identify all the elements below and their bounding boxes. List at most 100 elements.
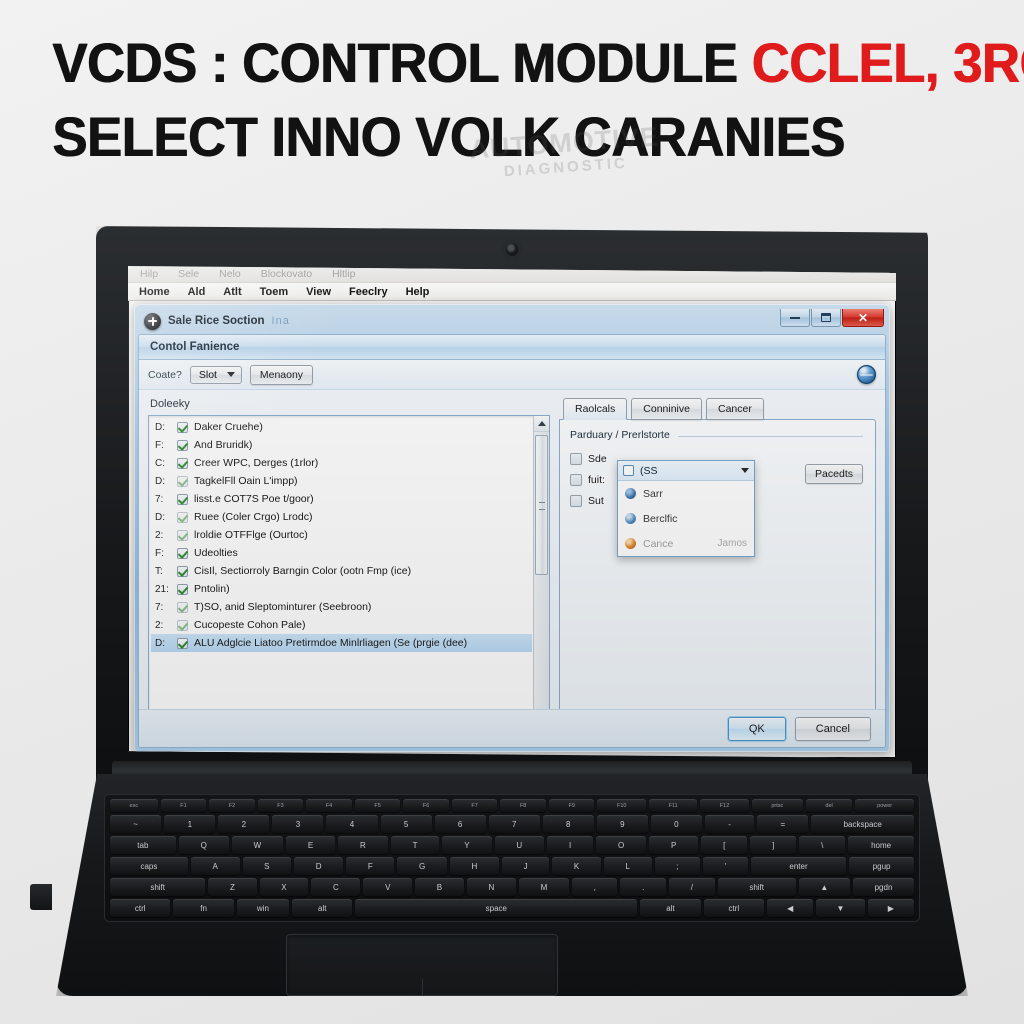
- key[interactable]: \: [799, 836, 846, 854]
- key[interactable]: F12: [700, 799, 749, 812]
- menu-item-home[interactable]: Home: [139, 286, 170, 298]
- key[interactable]: ;: [654, 857, 701, 875]
- key-alt-right[interactable]: alt: [640, 899, 701, 917]
- key[interactable]: Y: [442, 836, 492, 854]
- key[interactable]: X: [259, 878, 309, 896]
- maximize-button[interactable]: [811, 309, 841, 327]
- list-item[interactable]: 7: T)SO, anid Sleptominturer (Seebroon): [151, 598, 532, 616]
- key[interactable]: F2: [209, 799, 255, 812]
- open-dropdown[interactable]: (SS Sarr Berclfic Cance Jamos: [617, 460, 755, 557]
- key[interactable]: L: [603, 857, 652, 875]
- key[interactable]: W: [231, 836, 284, 854]
- key[interactable]: /: [669, 878, 715, 896]
- tab-bar[interactable]: Raolcals Conninive Cancer: [559, 398, 876, 420]
- key[interactable]: I: [547, 836, 594, 854]
- list-scrollbar[interactable]: [533, 416, 549, 745]
- list-item-checkbox[interactable]: [177, 601, 188, 613]
- tab-conninive[interactable]: Conninive: [631, 398, 702, 420]
- pacedts-button[interactable]: Pacedts: [805, 464, 863, 484]
- key[interactable]: D: [294, 857, 344, 875]
- key-pgup[interactable]: pgup: [849, 857, 915, 875]
- key-ctrl-left[interactable]: ctrl: [110, 899, 171, 917]
- slot-dropdown[interactable]: Slot: [189, 365, 242, 384]
- key[interactable]: -: [704, 815, 755, 833]
- key[interactable]: F5: [354, 799, 401, 812]
- key[interactable]: 5: [380, 815, 432, 833]
- key[interactable]: 1: [164, 815, 216, 833]
- key-alt-left[interactable]: alt: [292, 899, 353, 917]
- key-shift-left[interactable]: shift: [110, 878, 206, 896]
- key-space[interactable]: space: [355, 899, 638, 917]
- key[interactable]: O: [596, 836, 647, 854]
- list-item[interactable]: C: Creer WPC, Derges (1rlor): [151, 454, 532, 472]
- key[interactable]: E: [286, 836, 336, 854]
- secondary-menubar[interactable]: Hilp Sele Nelo Blockovato Hltlip: [128, 266, 896, 283]
- module-listbox[interactable]: D: Daker Cruehe) F: And Bruridk) C: Cree…: [148, 415, 550, 746]
- trackpad[interactable]: [286, 934, 558, 996]
- key[interactable]: 4: [326, 815, 378, 833]
- key[interactable]: C: [311, 878, 361, 896]
- key-enter[interactable]: enter: [750, 857, 847, 875]
- window-titlebar[interactable]: Sale Rice Soction Ina ✕: [138, 308, 886, 334]
- key[interactable]: 7: [488, 815, 540, 833]
- list-item[interactable]: 2: Cucopeste Cohon Pale): [151, 616, 532, 634]
- menu-item-view[interactable]: View: [306, 286, 331, 298]
- dropdown-field[interactable]: (SS: [618, 461, 754, 481]
- tab-cancer[interactable]: Cancer: [705, 398, 764, 420]
- main-menubar[interactable]: Home Ald Atlt Toem View Feeclry Help: [128, 283, 896, 301]
- menu-faint-0[interactable]: Hilp: [140, 268, 158, 280]
- key[interactable]: T: [390, 836, 440, 854]
- keyboard-row-space[interactable]: ctrl fn win alt space alt ctrl ◀ ▼ ▶: [110, 899, 914, 917]
- key[interactable]: A: [190, 857, 240, 875]
- minimize-button[interactable]: [780, 309, 810, 327]
- keyboard-row-z[interactable]: shift Z X C V B N M , . / shift ▲ pgdn: [110, 878, 915, 896]
- menu-item-help[interactable]: Help: [406, 286, 430, 298]
- key[interactable]: V: [363, 878, 413, 896]
- dropdown-checkbox[interactable]: [623, 465, 634, 476]
- menu-item-ald[interactable]: Ald: [188, 286, 206, 298]
- list-item[interactable]: T: CisIl, Sectiorroly Barngin Color (oot…: [151, 562, 532, 580]
- list-item-checkbox[interactable]: [177, 457, 188, 469]
- key[interactable]: M: [518, 878, 569, 896]
- list-item[interactable]: F: And Bruridk): [151, 436, 532, 454]
- key[interactable]: F1: [160, 799, 207, 812]
- key[interactable]: U: [494, 836, 545, 854]
- key[interactable]: 6: [434, 815, 486, 833]
- key-win[interactable]: win: [236, 899, 290, 917]
- list-item-checkbox[interactable]: [177, 439, 188, 451]
- key-caps[interactable]: caps: [110, 857, 188, 875]
- key[interactable]: =: [757, 815, 809, 833]
- key[interactable]: Q: [178, 836, 229, 854]
- key[interactable]: ,: [571, 878, 618, 896]
- key[interactable]: F10: [597, 799, 647, 812]
- list-item[interactable]: D: Daker Cruehe): [151, 418, 532, 436]
- key[interactable]: G: [397, 857, 447, 875]
- memory-button[interactable]: Menaony: [249, 364, 314, 385]
- cancel-button[interactable]: Cancel: [794, 716, 871, 741]
- key[interactable]: .: [620, 878, 667, 896]
- key[interactable]: K: [552, 857, 601, 875]
- key[interactable]: B: [415, 878, 464, 896]
- key-fn[interactable]: fn: [173, 899, 234, 917]
- key[interactable]: P: [649, 836, 699, 854]
- list-item[interactable]: 2: lroldie OTFFlge (Ourtoc): [151, 526, 532, 544]
- key-ctrl-right[interactable]: ctrl: [703, 899, 765, 917]
- scrollbar-thumb[interactable]: [535, 435, 548, 575]
- dropdown-item[interactable]: Sarr: [618, 481, 754, 506]
- menu-faint-4[interactable]: Hltlip: [332, 268, 355, 280]
- key[interactable]: 2: [218, 815, 270, 833]
- key[interactable]: esc: [110, 799, 158, 812]
- list-item-checkbox[interactable]: [177, 475, 188, 487]
- key[interactable]: ~: [110, 815, 162, 833]
- key[interactable]: F: [346, 857, 395, 875]
- key-pgdn[interactable]: pgdn: [852, 878, 915, 896]
- keyboard-row-function[interactable]: esc F1 F2 F3 F4 F5 F6 F7 F8 F9 F10 F11 F…: [110, 799, 914, 812]
- key-arrow-up[interactable]: ▲: [798, 878, 850, 896]
- key[interactable]: H: [449, 857, 499, 875]
- tab-raolcals[interactable]: Raolcals: [563, 398, 628, 420]
- key-backspace[interactable]: backspace: [811, 815, 915, 833]
- key[interactable]: F4: [306, 799, 352, 812]
- key[interactable]: prtsc: [751, 799, 803, 812]
- globe-icon[interactable]: [857, 365, 876, 384]
- menu-item-atlt[interactable]: Atlt: [223, 286, 241, 298]
